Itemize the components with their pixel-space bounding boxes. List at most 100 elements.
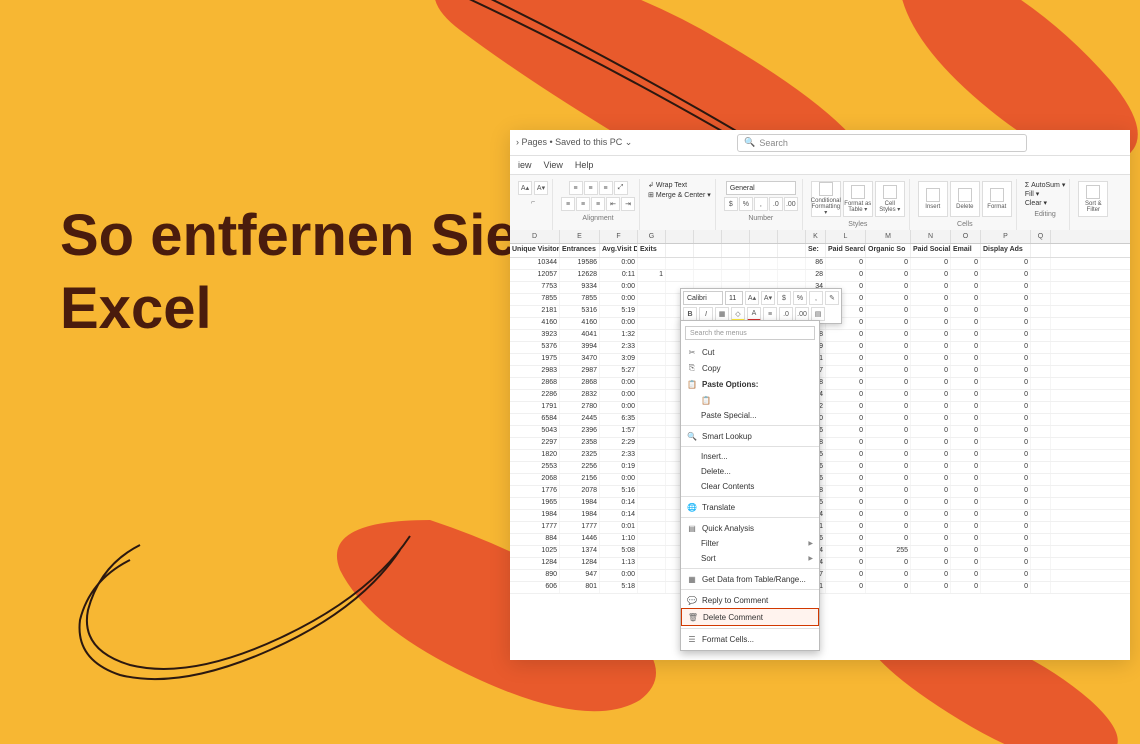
cell[interactable]: 0 — [951, 462, 981, 473]
cell[interactable]: 0 — [826, 438, 866, 449]
column-header[interactable]: O — [951, 230, 981, 243]
cell[interactable]: 0 — [951, 522, 981, 533]
cell[interactable] — [638, 438, 666, 449]
cell[interactable]: 2553 — [510, 462, 560, 473]
cell[interactable]: 6584 — [510, 414, 560, 425]
cell[interactable]: 0 — [911, 582, 951, 593]
cell[interactable]: 5:27 — [600, 366, 638, 377]
cell[interactable] — [638, 522, 666, 533]
clear-button[interactable]: Clear ▾ — [1025, 199, 1047, 207]
cell[interactable]: 1791 — [510, 402, 560, 413]
cell[interactable]: 0:00 — [600, 570, 638, 581]
align-middle-button[interactable]: ≡ — [584, 181, 598, 195]
cell[interactable]: 6:35 — [600, 414, 638, 425]
merge-center-button[interactable]: ⊞Merge & Center ▾ — [648, 191, 711, 199]
cell[interactable]: 0 — [826, 534, 866, 545]
cell[interactable]: 606 — [510, 582, 560, 593]
cell[interactable]: 5:08 — [600, 546, 638, 557]
cell[interactable]: 0 — [826, 450, 866, 461]
cell[interactable]: 0 — [981, 318, 1031, 329]
ctx-cut[interactable]: ✂Cut — [681, 344, 819, 360]
cell[interactable]: 0 — [911, 354, 951, 365]
cell[interactable]: 0 — [981, 558, 1031, 569]
cell[interactable]: 0 — [866, 330, 911, 341]
column-header[interactable] — [722, 230, 750, 243]
ctx-get-data[interactable]: ▦Get Data from Table/Range... — [681, 571, 819, 587]
cell[interactable]: 0 — [951, 510, 981, 521]
cell[interactable]: 0 — [981, 414, 1031, 425]
cell[interactable]: 0 — [951, 330, 981, 341]
cell[interactable]: 0 — [826, 522, 866, 533]
cell[interactable]: 2780 — [560, 402, 600, 413]
cell[interactable]: 4160 — [560, 318, 600, 329]
cell[interactable]: 0:00 — [600, 318, 638, 329]
cell[interactable]: 0 — [826, 390, 866, 401]
cell[interactable]: 0:01 — [600, 522, 638, 533]
cell[interactable]: 0 — [951, 282, 981, 293]
cell[interactable] — [638, 258, 666, 269]
cell[interactable]: 255 — [866, 546, 911, 557]
ctx-insert[interactable]: Insert... — [681, 449, 819, 464]
cell[interactable]: 2297 — [510, 438, 560, 449]
search-input[interactable]: 🔍 Search — [737, 134, 1027, 152]
decrease-font-button[interactable]: A▾ — [534, 181, 548, 195]
delete-cells-button[interactable]: Delete — [950, 181, 980, 217]
decrease-font-mini-button[interactable]: A▾ — [761, 291, 775, 305]
cell[interactable]: 0 — [981, 546, 1031, 557]
border-button[interactable]: ▦ — [715, 307, 729, 321]
cell[interactable]: 0 — [951, 426, 981, 437]
number-format-dropdown[interactable]: General — [726, 181, 796, 195]
cell[interactable]: 1284 — [560, 558, 600, 569]
menu-search-input[interactable]: Search the menus — [685, 326, 815, 340]
cell[interactable]: 0 — [866, 354, 911, 365]
cell[interactable]: 2396 — [560, 426, 600, 437]
cell[interactable] — [638, 474, 666, 485]
cell[interactable]: 1:57 — [600, 426, 638, 437]
cell[interactable]: 2:33 — [600, 450, 638, 461]
cell[interactable]: 0 — [866, 582, 911, 593]
cell[interactable]: 4041 — [560, 330, 600, 341]
cell[interactable]: 0 — [951, 486, 981, 497]
cell[interactable] — [638, 294, 666, 305]
orientation-button[interactable]: ⤢ — [614, 181, 628, 195]
column-header[interactable]: N — [911, 230, 951, 243]
cell[interactable]: 1984 — [560, 510, 600, 521]
cell[interactable]: 12628 — [560, 270, 600, 281]
cell[interactable]: 2868 — [510, 378, 560, 389]
currency-mini-button[interactable]: $ — [777, 291, 791, 305]
decimal-dec-mini-button[interactable]: .00 — [795, 307, 809, 321]
increase-font-mini-button[interactable]: A▴ — [745, 291, 759, 305]
cell[interactable]: 0 — [866, 294, 911, 305]
cell[interactable] — [638, 546, 666, 557]
cell[interactable]: 0 — [951, 558, 981, 569]
cell[interactable]: 0 — [866, 534, 911, 545]
cell[interactable]: 0 — [951, 258, 981, 269]
cell[interactable]: 0 — [911, 366, 951, 377]
insert-cells-button[interactable]: Insert — [918, 181, 948, 217]
cell[interactable]: 0 — [866, 450, 911, 461]
cell[interactable]: 1984 — [560, 498, 600, 509]
data-column-header[interactable]: Se: — [806, 244, 826, 257]
data-column-header[interactable]: Email — [951, 244, 981, 257]
cell[interactable]: 1284 — [510, 558, 560, 569]
cell[interactable]: 0:00 — [600, 402, 638, 413]
cell[interactable]: 0 — [826, 354, 866, 365]
align-center-button[interactable]: ≡ — [576, 197, 590, 211]
cell[interactable]: 0 — [981, 378, 1031, 389]
cell[interactable]: 5:18 — [600, 582, 638, 593]
cell[interactable] — [1031, 462, 1051, 473]
cell[interactable] — [1031, 426, 1051, 437]
cell[interactable]: 1820 — [510, 450, 560, 461]
cell[interactable]: 1374 — [560, 546, 600, 557]
cell[interactable]: 0 — [866, 258, 911, 269]
cell[interactable]: 0 — [911, 486, 951, 497]
cell[interactable]: 1777 — [560, 522, 600, 533]
cell[interactable]: 0 — [911, 402, 951, 413]
cell[interactable]: 0 — [951, 354, 981, 365]
cell[interactable]: 0 — [951, 498, 981, 509]
cell[interactable] — [778, 270, 806, 281]
ctx-reply-comment[interactable]: 💬Reply to Comment — [681, 592, 819, 608]
cell[interactable] — [638, 378, 666, 389]
cell[interactable] — [638, 582, 666, 593]
cell[interactable]: 0 — [826, 498, 866, 509]
